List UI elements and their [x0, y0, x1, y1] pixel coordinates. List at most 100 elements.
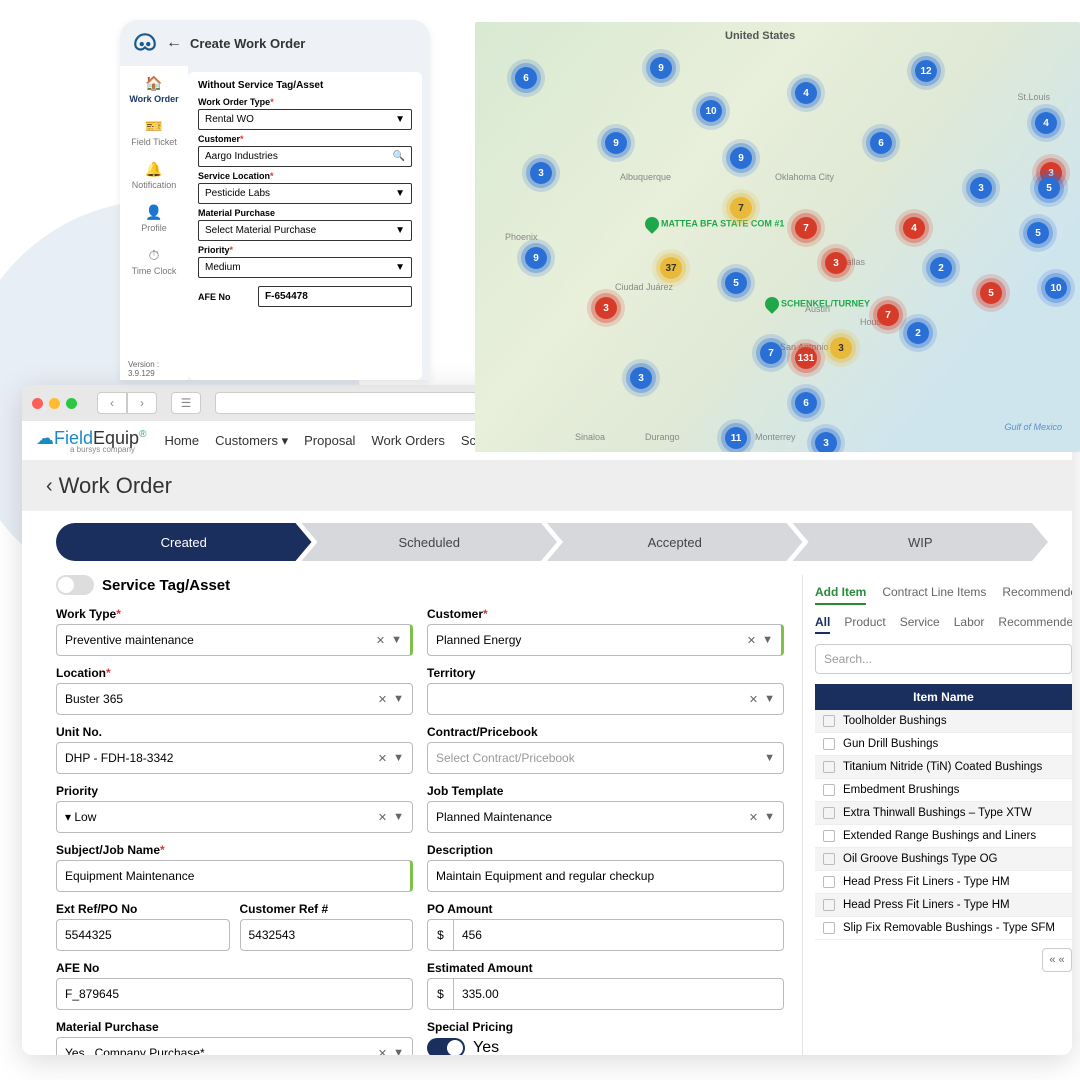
nav-work-order[interactable]: 🏠Work Order: [129, 72, 178, 107]
back-icon[interactable]: ←: [166, 34, 182, 52]
list-item[interactable]: Extended Range Bushings and Liners: [815, 825, 1072, 848]
step-created[interactable]: Created: [56, 523, 312, 561]
list-item[interactable]: Slip Fix Removable Bushings - Type SFM: [815, 917, 1072, 940]
list-item[interactable]: Oil Groove Bushings Type OG: [815, 848, 1072, 871]
menu-customers[interactable]: Customers ▾: [215, 433, 288, 449]
map-marker[interactable]: 3: [815, 432, 837, 452]
tab-add-item[interactable]: Add Item: [815, 585, 866, 605]
nav-forward-button[interactable]: ›: [127, 392, 157, 414]
map-marker[interactable]: 3: [830, 337, 852, 359]
unit-select[interactable]: DHP - FDH-18-3342✕▼: [56, 742, 413, 774]
menu-home[interactable]: Home: [164, 433, 199, 449]
map-marker[interactable]: 3: [970, 177, 992, 199]
pager-prev[interactable]: « «: [1042, 948, 1072, 972]
special-pricing-toggle[interactable]: [427, 1038, 465, 1055]
map-marker[interactable]: 5: [980, 282, 1002, 304]
customer-select[interactable]: Planned Energy✕▼: [427, 624, 784, 656]
checkbox[interactable]: [823, 853, 835, 865]
map-marker[interactable]: 9: [730, 147, 752, 169]
list-item[interactable]: Head Press Fit Liners - Type HM: [815, 894, 1072, 917]
menu-work-orders[interactable]: Work Orders: [371, 433, 444, 449]
sidebar-toggle-button[interactable]: ☰: [171, 392, 201, 414]
tab-contract-items[interactable]: Contract Line Items: [882, 585, 986, 605]
priority-select[interactable]: ▾ Low✕▼: [56, 801, 413, 833]
wo-type-select[interactable]: Rental WO▼: [198, 109, 412, 130]
map-marker[interactable]: 9: [605, 132, 627, 154]
location-select[interactable]: Buster 365✕▼: [56, 683, 413, 715]
customer-select[interactable]: Aargo Industries🔍: [198, 146, 412, 167]
map-marker[interactable]: 5: [1027, 222, 1049, 244]
map-marker[interactable]: 6: [795, 392, 817, 414]
map-marker[interactable]: 3: [530, 162, 552, 184]
map-marker[interactable]: 4: [1035, 112, 1057, 134]
material-purchase-select[interactable]: Select Material Purchase▼: [198, 220, 412, 241]
map-marker[interactable]: 3: [630, 367, 652, 389]
nav-back-button[interactable]: ‹: [97, 392, 127, 414]
material-select[interactable]: Yes , Company Purchase*✕▼: [56, 1037, 413, 1055]
map-marker[interactable]: 4: [795, 82, 817, 104]
subject-input[interactable]: Equipment Maintenance: [56, 860, 413, 892]
list-item[interactable]: Extra Thinwall Bushings – Type XTW: [815, 802, 1072, 825]
po-amount-input[interactable]: 456: [453, 919, 784, 951]
afe-input[interactable]: F-654478: [258, 286, 412, 307]
territory-select[interactable]: ✕▼: [427, 683, 784, 715]
map-marker[interactable]: 2: [907, 322, 929, 344]
map-marker[interactable]: 11: [725, 427, 747, 449]
checkbox[interactable]: [823, 899, 835, 911]
checkbox[interactable]: [823, 738, 835, 750]
map-marker[interactable]: 7: [877, 304, 899, 326]
subtab-product[interactable]: Product: [844, 615, 885, 634]
nav-profile[interactable]: 👤Profile: [141, 201, 167, 236]
map-marker[interactable]: 10: [700, 100, 722, 122]
map-marker[interactable]: 9: [525, 247, 547, 269]
cust-ref-input[interactable]: 5432543: [240, 919, 414, 951]
item-search-input[interactable]: Search...: [815, 644, 1072, 674]
checkbox[interactable]: [823, 807, 835, 819]
map-marker[interactable]: 10: [1045, 277, 1067, 299]
map-marker[interactable]: 12: [915, 60, 937, 82]
map-marker[interactable]: 131: [795, 347, 817, 369]
window-maximize-icon[interactable]: [66, 398, 77, 409]
subtab-labor[interactable]: Labor: [954, 615, 985, 634]
step-accepted[interactable]: Accepted: [547, 523, 803, 561]
work-type-select[interactable]: Preventive maintenance✕▼: [56, 624, 413, 656]
window-minimize-icon[interactable]: [49, 398, 60, 409]
nav-field-ticket[interactable]: 🎫Field Ticket: [131, 115, 177, 150]
service-location-select[interactable]: Pesticide Labs▼: [198, 183, 412, 204]
description-input[interactable]: Maintain Equipment and regular checkup: [427, 860, 784, 892]
map-marker[interactable]: 9: [650, 57, 672, 79]
back-chevron-icon[interactable]: ‹: [46, 475, 53, 498]
clear-icon[interactable]: ✕: [376, 634, 385, 647]
est-amount-input[interactable]: 335.00: [453, 978, 784, 1010]
list-item[interactable]: Embedment Brushings: [815, 779, 1072, 802]
map-marker[interactable]: 7: [795, 217, 817, 239]
afe-input[interactable]: F_879645: [56, 978, 413, 1010]
map-marker[interactable]: 6: [870, 132, 892, 154]
map-view[interactable]: United States MATTEA BFA STATE COM #1 SC…: [475, 22, 1080, 452]
step-wip[interactable]: WIP: [793, 523, 1049, 561]
checkbox[interactable]: [823, 830, 835, 842]
checkbox[interactable]: [823, 784, 835, 796]
search-icon[interactable]: 🔍: [393, 151, 405, 162]
checkbox[interactable]: [823, 715, 835, 727]
list-item[interactable]: Head Press Fit Liners - Type HM: [815, 871, 1072, 894]
subtab-service[interactable]: Service: [900, 615, 940, 634]
template-select[interactable]: Planned Maintenance✕▼: [427, 801, 784, 833]
chevron-down-icon[interactable]: ▼: [391, 634, 402, 647]
map-marker[interactable]: 37: [660, 257, 682, 279]
priority-select[interactable]: Medium▼: [198, 257, 412, 278]
window-close-icon[interactable]: [32, 398, 43, 409]
subtab-recommended[interactable]: Recommended S: [998, 615, 1072, 634]
step-scheduled[interactable]: Scheduled: [302, 523, 558, 561]
map-marker[interactable]: 5: [1038, 177, 1060, 199]
list-item[interactable]: Titanium Nitride (TiN) Coated Bushings: [815, 756, 1072, 779]
map-marker[interactable]: 5: [725, 272, 747, 294]
nav-notification[interactable]: 🔔Notification: [132, 158, 177, 193]
menu-proposal[interactable]: Proposal: [304, 433, 355, 449]
map-marker[interactable]: 2: [930, 257, 952, 279]
map-marker[interactable]: 6: [515, 67, 537, 89]
map-marker[interactable]: 7: [760, 342, 782, 364]
tab-recommended[interactable]: Recommended Pa: [1002, 585, 1072, 605]
map-marker[interactable]: 7: [730, 197, 752, 219]
map-marker[interactable]: 3: [595, 297, 617, 319]
